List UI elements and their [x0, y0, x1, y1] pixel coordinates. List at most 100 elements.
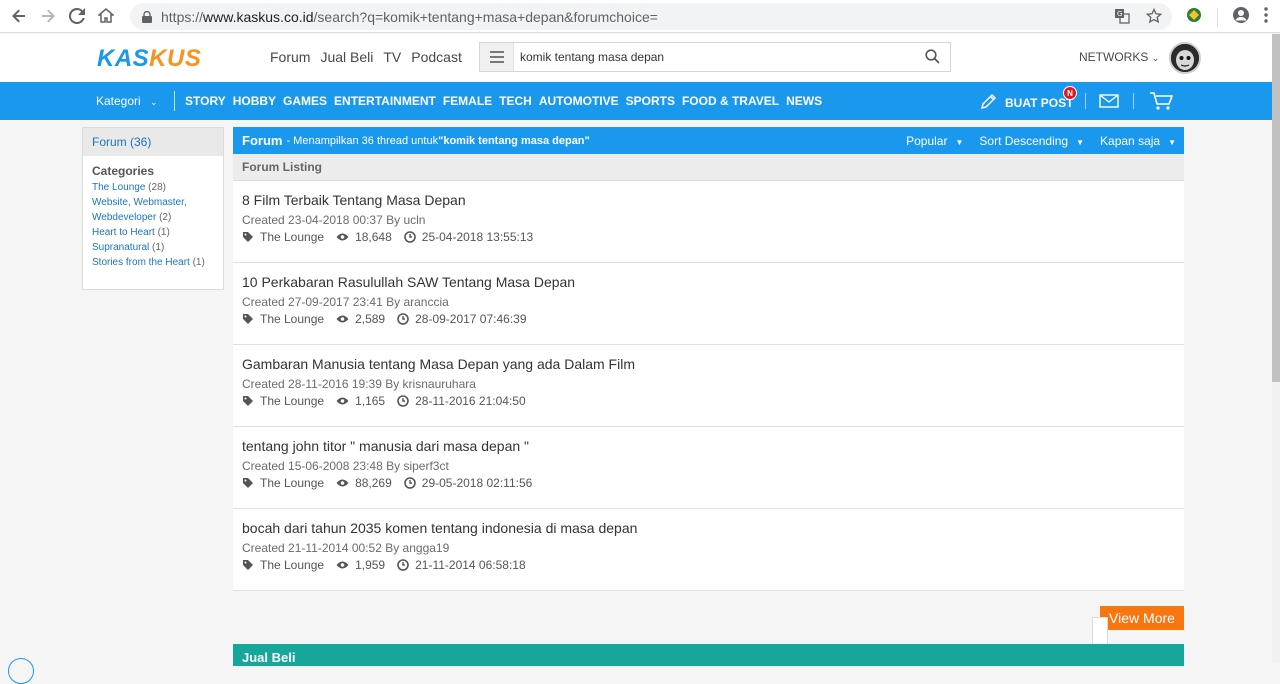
mail-icon[interactable] — [1099, 94, 1119, 113]
time-range-dropdown[interactable]: Kapan saja ▼ — [1100, 134, 1176, 148]
thread-title[interactable]: Gambaran Manusia tentang Masa Depan yang… — [242, 355, 1175, 373]
nav-podcast[interactable]: Podcast — [411, 49, 462, 65]
thread-item: 10 Perkabaran Rasulullah SAW Tentang Mas… — [233, 263, 1184, 345]
cat-food-travel[interactable]: FOOD & TRAVEL — [682, 94, 779, 108]
forum-listing-header: Forum Listing — [233, 154, 1184, 181]
nav-forum[interactable]: Forum — [270, 49, 310, 65]
thread-meta: Created 21-11-2014 00:52 By angga19 — [242, 541, 450, 555]
thread-item: Gambaran Manusia tentang Masa Depan yang… — [233, 345, 1184, 427]
thread-category[interactable]: The Lounge — [260, 393, 324, 409]
category-item[interactable]: Heart to Heart (1) — [92, 225, 214, 240]
eye-icon — [336, 314, 349, 324]
scrollbar-thumb[interactable] — [1272, 34, 1280, 382]
notification-badge: N — [1063, 86, 1077, 100]
home-icon[interactable] — [96, 6, 116, 26]
thread-meta: Created 27-09-2017 23:41 By aranccia — [242, 295, 449, 309]
thread-item: tentang john titor " manusia dari masa d… — [233, 427, 1184, 509]
result-filters: Popular ▼ Sort Descending ▼ Kapan saja ▼ — [906, 134, 1176, 148]
results-summary: - Menampilkan 36 thread untuk — [286, 134, 439, 147]
forward-arrow-icon[interactable] — [38, 6, 58, 26]
buat-post-button[interactable]: BUAT POST — [980, 93, 1073, 113]
view-more-button[interactable]: View More — [1100, 606, 1184, 630]
search-icon[interactable] — [925, 49, 940, 69]
results-query: "komik tentang masa depan" — [438, 134, 590, 147]
thread-stats: The Lounge 88,269 29-05-2018 02:11:56 — [242, 475, 1175, 491]
address-bar[interactable]: https://www.kaskus.co.id/search?q=komik+… — [130, 3, 1172, 30]
profile-icon[interactable] — [1232, 6, 1250, 29]
kategori-dropdown[interactable]: Kategori ⌄ — [96, 94, 158, 108]
category-item[interactable]: Supranatural (1) — [92, 240, 214, 255]
thread-views: 18,648 — [355, 230, 392, 244]
thread-category[interactable]: The Lounge — [260, 229, 324, 245]
cat-female[interactable]: FEMALE — [443, 94, 492, 108]
cat-story[interactable]: STORY — [185, 94, 226, 108]
thread-last-post: 21-11-2014 06:58:18 — [415, 558, 526, 572]
cat-hobby[interactable]: HOBBY — [233, 94, 276, 108]
cat-news[interactable]: NEWS — [786, 94, 822, 108]
kaskus-logo[interactable]: KASKUS — [97, 45, 201, 73]
thread-item: bocah dari tahun 2035 komen tentang indo… — [233, 509, 1184, 591]
more-menu-icon[interactable] — [1264, 7, 1268, 28]
hamburger-icon[interactable] — [480, 43, 514, 71]
caret-down-icon: ▼ — [955, 138, 964, 147]
category-item[interactable]: Website, Webmaster, Webdeveloper (2) — [92, 195, 214, 225]
thread-last-post: 25-04-2018 13:55:13 — [421, 230, 534, 244]
reload-icon[interactable] — [67, 6, 87, 26]
thread-stats: The Lounge 1,959 21-11-2014 06:58:18 — [242, 557, 1175, 573]
thread-stats: The Lounge 2,589 28-09-2017 07:46:39 — [242, 311, 1175, 327]
thread-title[interactable]: 10 Perkabaran Rasulullah SAW Tentang Mas… — [242, 273, 1175, 291]
clock-icon — [403, 477, 416, 489]
svg-text:G: G — [1117, 10, 1122, 18]
thread-title[interactable]: bocah dari tahun 2035 komen tentang indo… — [242, 519, 1175, 537]
search-results-panel: Forum - Menampilkan 36 thread untuk "kom… — [233, 127, 1184, 591]
clock-icon — [397, 395, 409, 407]
thread-meta: Created 23-04-2018 00:37 By ucln — [242, 213, 426, 227]
page-scrollbar[interactable] — [1272, 34, 1280, 662]
thread-category[interactable]: The Lounge — [260, 311, 324, 327]
cat-entertainment[interactable]: ENTERTAINMENT — [334, 94, 436, 108]
thread-category[interactable]: The Lounge — [260, 557, 324, 573]
cat-games[interactable]: GAMES — [283, 94, 327, 108]
bookmark-star-icon[interactable] — [1145, 7, 1163, 28]
tag-icon — [242, 231, 254, 243]
cat-sports[interactable]: SPORTS — [626, 94, 675, 108]
sort-popular-dropdown[interactable]: Popular ▼ — [906, 134, 963, 148]
jual-beli-section-header: Jual Beli — [233, 644, 1184, 666]
sort-order-dropdown[interactable]: Sort Descending ▼ — [979, 134, 1084, 148]
thread-title[interactable]: tentang john titor " manusia dari masa d… — [242, 437, 1175, 455]
clock-icon — [403, 231, 416, 243]
networks-dropdown[interactable]: NETWORKS ⌄ — [1079, 50, 1159, 64]
thread-last-post: 29-05-2018 02:11:56 — [421, 476, 533, 490]
translate-icon[interactable]: G — [1114, 8, 1130, 28]
nav-tv[interactable]: TV — [383, 49, 401, 65]
search-input[interactable] — [514, 50, 914, 64]
clock-icon — [397, 559, 409, 571]
thread-stats: The Lounge 18,648 25-04-2018 13:55:13 — [242, 229, 1175, 245]
categories-title: Categories — [92, 164, 155, 178]
thread-last-post: 28-09-2017 07:46:39 — [415, 312, 527, 326]
back-arrow-icon[interactable] — [9, 6, 29, 26]
tag-icon — [242, 313, 254, 325]
browser-toolbar: https://www.kaskus.co.id/search?q=komik+… — [0, 0, 1280, 33]
thread-meta: Created 28-11-2016 19:39 By krisnauruhar… — [242, 377, 476, 391]
pencil-icon — [980, 93, 997, 113]
toolbar-divider — [1217, 8, 1218, 27]
extension-icon[interactable] — [1185, 6, 1203, 29]
cat-automotive[interactable]: AUTOMOTIVE — [539, 94, 619, 108]
category-item[interactable]: Stories from the Heart (1) — [92, 255, 214, 270]
avatar[interactable] — [1169, 42, 1201, 74]
thread-title[interactable]: 8 Film Terbaik Tentang Masa Depan — [242, 191, 1175, 209]
top-nav: Forum Jual Beli TV Podcast — [270, 49, 462, 65]
thread-views: 2,589 — [355, 312, 386, 326]
nav-jual-beli[interactable]: Jual Beli — [320, 49, 373, 65]
tag-icon — [242, 477, 254, 489]
tag-icon — [242, 395, 254, 407]
thread-item: 8 Film Terbaik Tentang Masa Depan Create… — [233, 181, 1184, 263]
cart-icon[interactable] — [1149, 91, 1174, 116]
lock-icon — [141, 10, 153, 24]
category-item[interactable]: The Lounge (28) — [92, 180, 214, 195]
cat-tech[interactable]: TECH — [499, 94, 532, 108]
forum-count-link[interactable]: Forum (36) — [83, 128, 223, 156]
eye-icon — [336, 478, 349, 488]
thread-category[interactable]: The Lounge — [260, 475, 324, 491]
